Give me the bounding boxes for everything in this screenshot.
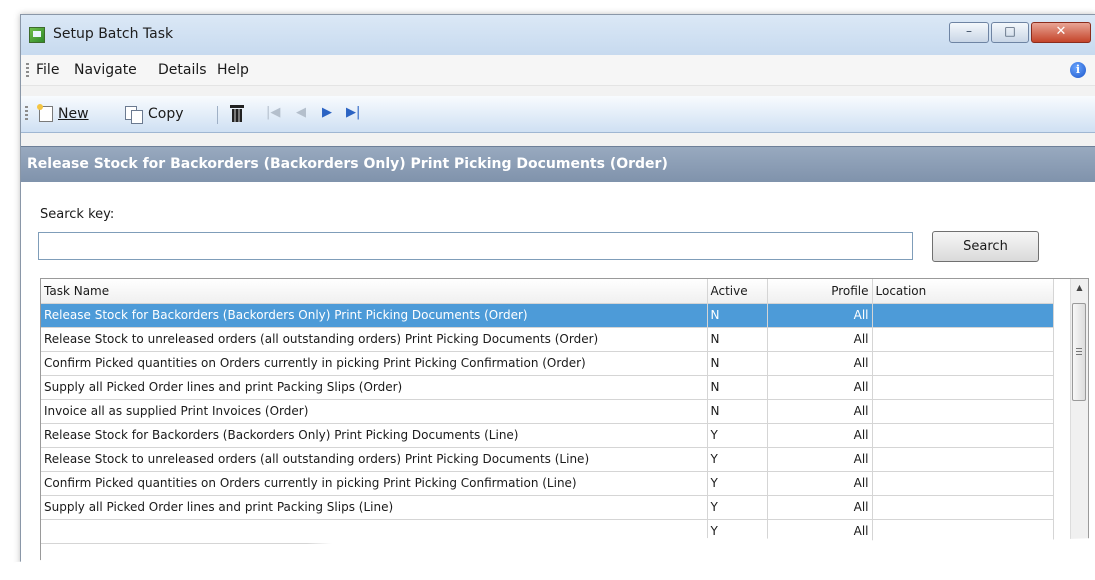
table-row[interactable]: Confirm Picked quantities on Orders curr… bbox=[41, 351, 1054, 376]
cell-active: Y bbox=[707, 471, 768, 496]
scroll-thumb[interactable] bbox=[1072, 303, 1086, 401]
cell-active: N bbox=[707, 303, 768, 328]
cell-location bbox=[872, 447, 1054, 472]
cell-profile: All bbox=[767, 423, 873, 448]
content-panel: Searck key: Search Task Name Active Prof… bbox=[21, 182, 1095, 568]
cell-active: N bbox=[707, 399, 768, 424]
menu-details[interactable]: Details bbox=[158, 62, 207, 78]
window-title: Setup Batch Task bbox=[53, 26, 174, 42]
column-header-active[interactable]: Active bbox=[707, 279, 768, 304]
column-header-location[interactable]: Location bbox=[872, 279, 1054, 304]
vertical-scrollbar[interactable]: ▲ bbox=[1070, 279, 1088, 568]
last-record-icon[interactable]: ▶| bbox=[346, 105, 360, 120]
cell-location bbox=[872, 327, 1054, 352]
cell-active: N bbox=[707, 351, 768, 376]
scroll-thumb-grip-icon bbox=[1076, 348, 1082, 355]
minimize-button[interactable]: – bbox=[949, 22, 989, 43]
copy-icon bbox=[125, 106, 143, 124]
column-header-task-name[interactable]: Task Name bbox=[41, 279, 708, 304]
copy-button[interactable]: Copy bbox=[125, 104, 184, 124]
maximize-button[interactable]: □ bbox=[991, 22, 1029, 43]
next-record-icon[interactable]: ▶ bbox=[322, 105, 332, 120]
menu-grip-icon[interactable] bbox=[26, 63, 29, 77]
cell-active: Y bbox=[707, 447, 768, 472]
scroll-up-arrow-icon[interactable]: ▲ bbox=[1071, 283, 1088, 292]
maximize-icon: □ bbox=[1004, 24, 1016, 38]
cell-profile: All bbox=[767, 375, 873, 400]
toolbar: New Copy |◀ ◀ ▶ ▶| bbox=[21, 96, 1095, 133]
cell-active: N bbox=[707, 375, 768, 400]
cell-profile: All bbox=[767, 447, 873, 472]
cell-location bbox=[872, 519, 1054, 544]
cell-task-name: Release Stock for Backorders (Backorders… bbox=[41, 303, 708, 328]
task-table: Task Name Active Profile Location Releas… bbox=[41, 279, 1054, 544]
cell-active: N bbox=[707, 327, 768, 352]
table-row[interactable]: Y All bbox=[41, 519, 1054, 544]
info-icon[interactable]: i bbox=[1070, 62, 1086, 78]
cell-active: Y bbox=[707, 495, 768, 520]
table-row[interactable]: Supply all Picked Order lines and print … bbox=[41, 495, 1054, 520]
cell-task-name: Supply all Picked Order lines and print … bbox=[41, 495, 708, 520]
cell-task-name: Supply all Picked Order lines and print … bbox=[41, 375, 708, 400]
cell-location bbox=[872, 303, 1054, 328]
cell-task-name: Confirm Picked quantities on Orders curr… bbox=[41, 471, 708, 496]
table-header-row: Task Name Active Profile Location bbox=[41, 279, 1054, 304]
cell-location bbox=[872, 423, 1054, 448]
cell-task-name: Release Stock to unreleased orders (all … bbox=[41, 447, 708, 472]
cell-task-name: Release Stock to unreleased orders (all … bbox=[41, 327, 708, 352]
copy-button-label: Copy bbox=[148, 106, 184, 122]
cell-location bbox=[872, 399, 1054, 424]
menu-help[interactable]: Help bbox=[217, 62, 249, 78]
cell-profile: All bbox=[767, 303, 873, 328]
cell-task-name: Release Stock for Backorders (Backorders… bbox=[41, 423, 708, 448]
cell-location bbox=[872, 375, 1054, 400]
table-body: Release Stock for Backorders (Backorders… bbox=[41, 303, 1054, 544]
cell-profile: All bbox=[767, 495, 873, 520]
table-row[interactable]: Supply all Picked Order lines and print … bbox=[41, 375, 1054, 400]
menu-navigate[interactable]: Navigate bbox=[74, 62, 137, 78]
table-row[interactable]: Release Stock for Backorders (Backorders… bbox=[41, 303, 1054, 328]
search-button[interactable]: Search bbox=[932, 231, 1039, 262]
first-record-icon[interactable]: |◀ bbox=[266, 105, 280, 120]
record-title: Release Stock for Backorders (Backorders… bbox=[27, 156, 668, 172]
minimize-icon: – bbox=[966, 24, 972, 38]
column-header-profile[interactable]: Profile bbox=[767, 279, 873, 304]
delete-trash-icon[interactable] bbox=[230, 105, 244, 123]
cell-location bbox=[872, 495, 1054, 520]
toolbar-separator bbox=[217, 106, 218, 124]
task-grid: Task Name Active Profile Location Releas… bbox=[40, 278, 1089, 568]
title-bar[interactable]: Setup Batch Task – □ ✕ bbox=[21, 15, 1095, 55]
search-key-label: Searck key: bbox=[40, 207, 115, 222]
cell-profile: All bbox=[767, 471, 873, 496]
menu-file[interactable]: File bbox=[36, 62, 59, 78]
new-button-label: New bbox=[58, 106, 89, 122]
table-row[interactable]: Release Stock to unreleased orders (all … bbox=[41, 327, 1054, 352]
cell-location bbox=[872, 471, 1054, 496]
new-button[interactable]: New bbox=[37, 104, 89, 124]
table-row[interactable]: Invoice all as supplied Print Invoices (… bbox=[41, 399, 1054, 424]
cell-location bbox=[872, 351, 1054, 376]
new-document-icon bbox=[37, 104, 53, 122]
setup-batch-task-window: Setup Batch Task – □ ✕ File Navigate Det… bbox=[20, 14, 1095, 568]
table-row[interactable]: Confirm Picked quantities on Orders curr… bbox=[41, 471, 1054, 496]
table-row[interactable]: Release Stock for Backorders (Backorders… bbox=[41, 423, 1054, 448]
table-row[interactable]: Release Stock to unreleased orders (all … bbox=[41, 447, 1054, 472]
cell-task-name bbox=[41, 519, 708, 544]
cell-profile: All bbox=[767, 327, 873, 352]
close-button[interactable]: ✕ bbox=[1031, 22, 1091, 43]
app-icon bbox=[29, 27, 45, 43]
cell-active: Y bbox=[707, 423, 768, 448]
cell-task-name: Invoice all as supplied Print Invoices (… bbox=[41, 399, 708, 424]
previous-record-icon[interactable]: ◀ bbox=[296, 105, 306, 120]
cell-task-name: Confirm Picked quantities on Orders curr… bbox=[41, 351, 708, 376]
toolbar-grip-icon[interactable] bbox=[25, 106, 28, 122]
cell-profile: All bbox=[767, 399, 873, 424]
close-icon: ✕ bbox=[1055, 24, 1067, 39]
menu-bar: File Navigate Details Help i bbox=[21, 55, 1095, 86]
record-header: Release Stock for Backorders (Backorders… bbox=[21, 146, 1095, 183]
cell-profile: All bbox=[767, 351, 873, 376]
search-key-input[interactable] bbox=[38, 232, 913, 260]
